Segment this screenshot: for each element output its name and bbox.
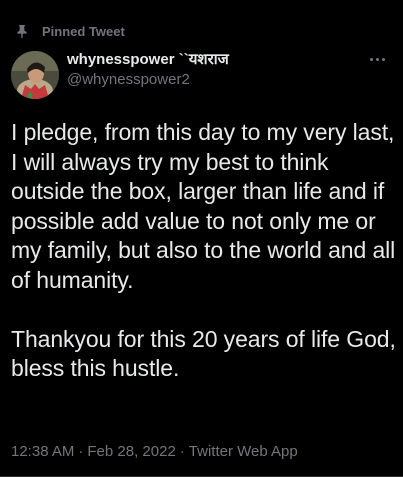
author-display-name[interactable]: whynesspower ``यशराज <box>67 50 229 70</box>
author-block: whynesspower ``यशराज @whynesspower2 <box>67 50 229 90</box>
tweet-source: Twitter Web App <box>188 443 298 460</box>
pinned-label: Pinned Tweet <box>42 23 125 39</box>
more-options-button[interactable] <box>365 49 389 69</box>
pin-icon <box>14 23 30 39</box>
author-handle[interactable]: @whynesspower2 <box>67 70 229 90</box>
pinned-tweet[interactable]: Pinned Tweet whynesspower ``यशराज @whyne… <box>0 0 403 477</box>
tweet-metadata: 12:38 AM · Feb 28, 2022 · Twitter Web App <box>11 443 298 460</box>
meta-separator: · <box>179 443 185 460</box>
tweet-timestamp[interactable]: 12:38 AM <box>11 443 74 460</box>
tweet-text: I pledge, from this day to my very last,… <box>11 119 396 381</box>
tweet-date[interactable]: Feb 28, 2022 <box>87 443 175 460</box>
meta-separator: · <box>78 443 84 460</box>
avatar[interactable] <box>11 51 59 99</box>
pinned-indicator: Pinned Tweet <box>14 21 125 41</box>
more-horizontal-icon <box>369 57 373 61</box>
